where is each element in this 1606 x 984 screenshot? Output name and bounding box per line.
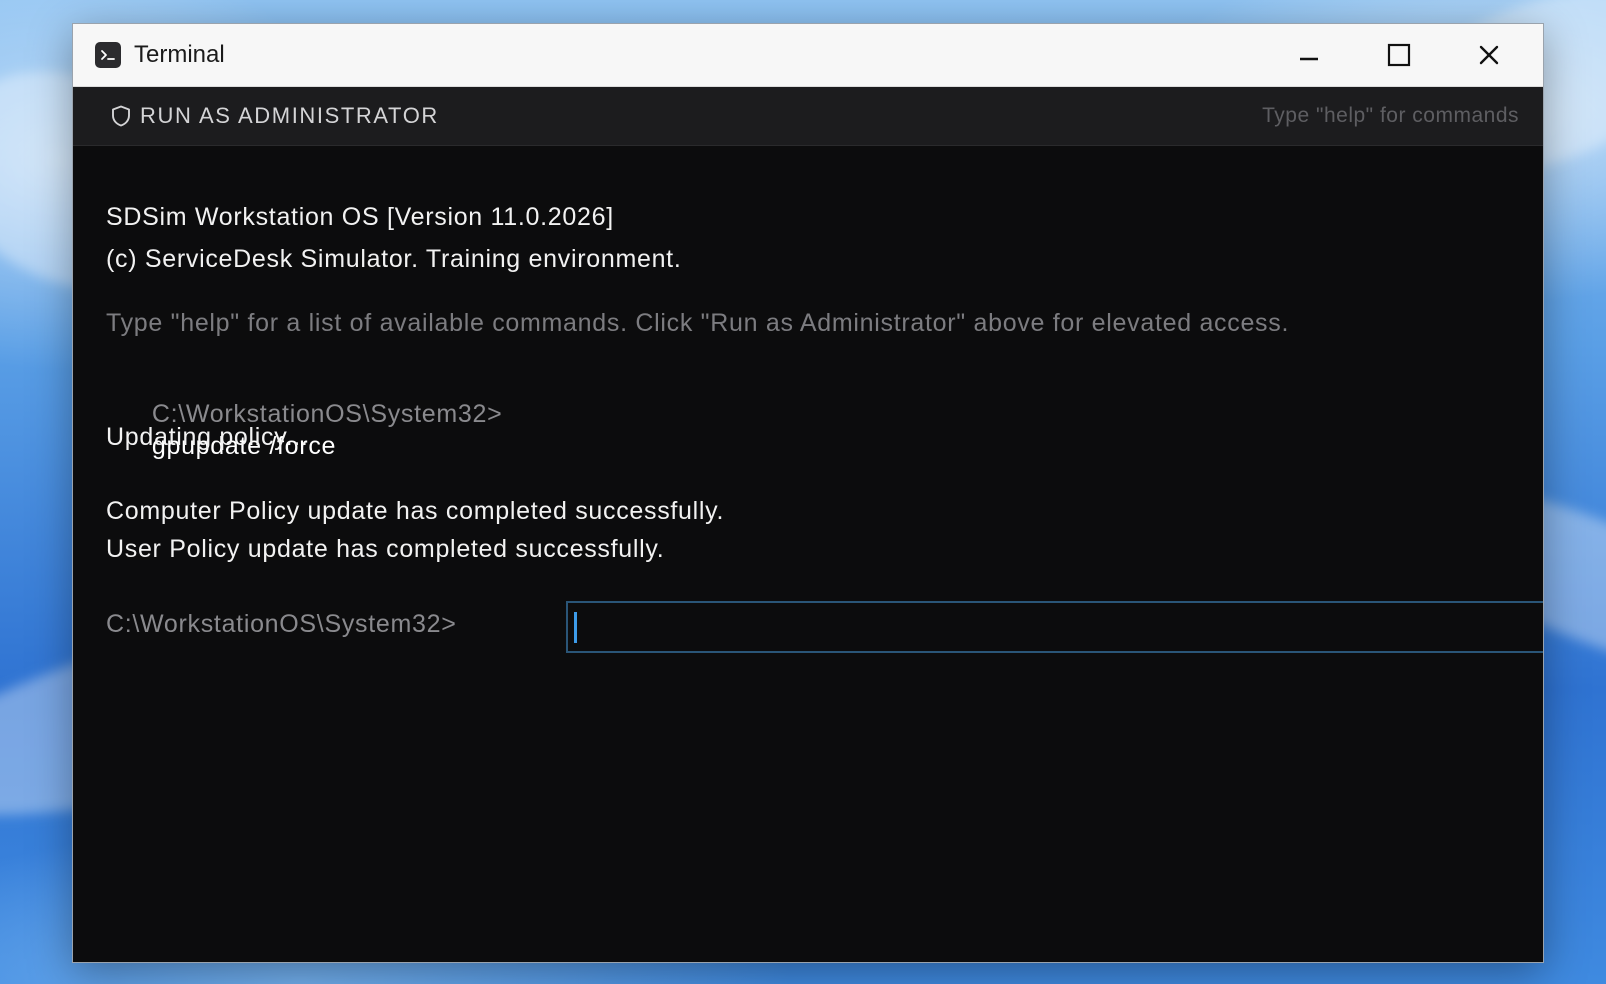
copyright-line: (c) ServiceDesk Simulator. Training envi… xyxy=(106,245,682,273)
run-as-administrator-button[interactable]: RUN AS ADMINISTRATOR xyxy=(109,101,439,131)
terminal-toolbar: RUN AS ADMINISTRATOR Type "help" for com… xyxy=(73,87,1543,146)
close-button[interactable] xyxy=(1466,32,1512,78)
banner-line: SDSim Workstation OS [Version 11.0.2026] xyxy=(106,203,614,231)
output-line: User Policy update has completed success… xyxy=(106,535,665,563)
current-prompt: C:\WorkstationOS\System32> xyxy=(106,610,457,638)
title-bar[interactable]: Terminal xyxy=(73,24,1543,87)
window-title: Terminal xyxy=(134,41,225,68)
help-instructions: Type "help" for a list of available comm… xyxy=(106,309,1290,337)
output-line: Computer Policy update has completed suc… xyxy=(106,497,725,525)
shield-icon xyxy=(112,105,130,127)
minimize-button[interactable] xyxy=(1286,32,1332,78)
close-icon xyxy=(1479,45,1499,65)
minimize-icon xyxy=(1300,57,1318,61)
run-as-administrator-label: RUN AS ADMINISTRATOR xyxy=(140,103,439,128)
maximize-button[interactable] xyxy=(1376,32,1422,78)
text-caret xyxy=(574,612,577,643)
help-hint: Type "help" for commands xyxy=(1262,104,1519,127)
output-line: Updating policy... xyxy=(106,423,309,451)
terminal-icon xyxy=(95,42,121,68)
terminal-window: Terminal RUN AS ADMINISTRATOR Type "help… xyxy=(72,23,1544,963)
maximize-icon xyxy=(1387,43,1411,67)
command-input[interactable] xyxy=(566,601,1543,653)
